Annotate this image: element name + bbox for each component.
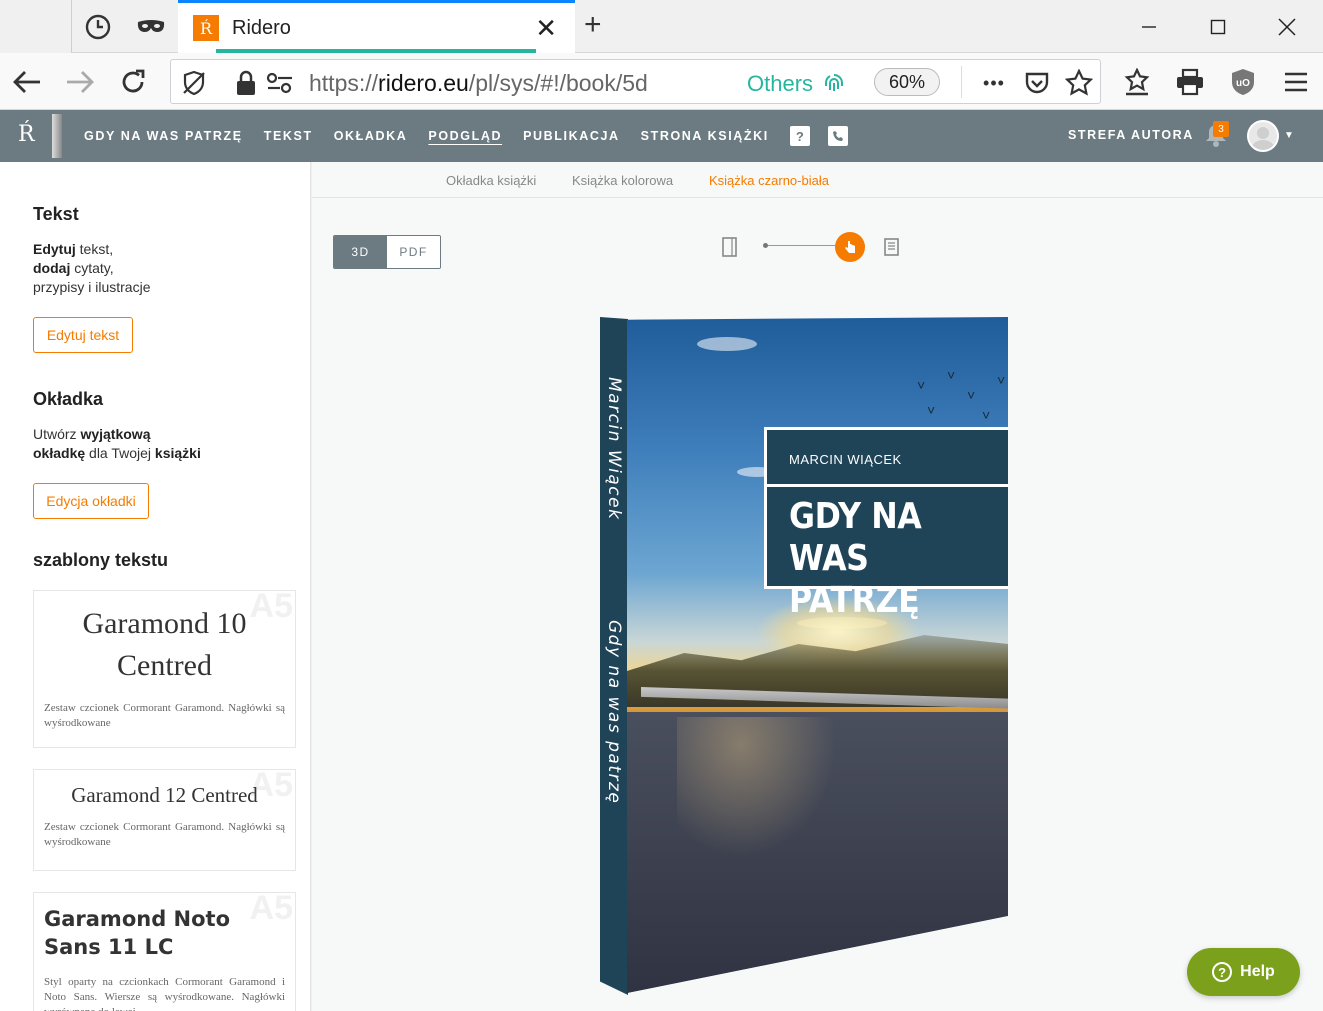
cover-description: Utwórz wyjątkową okładkę dla Twojej ksią… [33,426,201,461]
view-mode-toggle: 3D PDF [333,235,441,269]
template-title: Garamond Noto Sans 11 LC [44,907,231,959]
permissions-icon[interactable] [263,66,297,100]
nav-cover[interactable]: OKŁADKA [334,129,408,143]
address-bar[interactable]: https://ridero.eu/pl/sys/#!/book/5d Othe… [170,59,1101,104]
cover-cloud [697,337,757,351]
spine-author: Marcin Wiącek [604,377,624,521]
preview-subnav: Okładka książki Książka kolorowa Książka… [312,162,1323,198]
ridero-favicon-icon: Ŕ [193,15,219,41]
lock-icon[interactable] [229,66,263,100]
container-label[interactable]: Others [747,71,845,97]
help-question-icon[interactable]: ? [789,126,810,146]
hamburger-menu-icon[interactable] [1278,64,1314,100]
bookmark-star-icon[interactable] [1062,66,1096,100]
site-header: Ŕ GDY NA WAS PATRZĘ TEKST OKŁADKA PODGLĄ… [0,110,1323,162]
subtab-bw-book[interactable]: Książka czarno-biała [709,173,829,188]
cover-birds: ˅ ˅ ˅ ˅ ˅ ˅ [917,367,1006,423]
template-title: Garamond 10 Centred [82,607,247,682]
forward-icon[interactable] [62,64,98,100]
print-icon[interactable] [1172,64,1208,100]
template-description: Zestaw czcionek Cormorant Garamond. Nagł… [44,821,285,848]
url-domain: ridero.eu [378,70,469,96]
tab-ridero[interactable]: Ŕ Ridero ✕ [178,0,575,53]
subtab-cover[interactable]: Okładka książki [446,173,536,188]
close-window-icon[interactable] [1267,10,1307,44]
template-description: Styl oparty na czcionkach Cormorant Gara… [44,976,285,1011]
bookmarks-menu-icon[interactable] [1119,64,1155,100]
notification-badge: 3 [1213,121,1229,137]
text-description: Edytuj tekst, dodaj cytaty, przypisy i i… [33,241,151,295]
edit-cover-button[interactable]: Edycja okładki [33,483,149,519]
site-nav: GDY NA WAS PATRZĘ TEKST OKŁADKA PODGLĄD … [84,110,866,162]
tab-title: Ridero [232,17,291,39]
tab-bar-left [0,0,72,53]
edit-text-button[interactable]: Edytuj tekst [33,317,133,353]
zoom-level[interactable]: 60% [874,68,940,96]
hand-pointer-icon [845,241,855,253]
pocket-icon[interactable] [1020,66,1054,100]
tracking-protection-icon[interactable] [177,66,211,100]
slider-start-dot [763,243,768,248]
cover-heading: Okładka [33,389,104,409]
fingerprint-icon [825,74,844,91]
minimize-icon[interactable] [1129,10,1169,44]
spread-page-icon[interactable] [883,237,901,257]
url-text[interactable]: https://ridero.eu/pl/sys/#!/book/5d [309,70,689,97]
text-heading: Tekst [33,204,79,224]
phone-icon[interactable] [827,126,848,146]
slider-knob[interactable] [835,232,865,262]
svg-text:uO: uO [1236,78,1250,89]
browser-tab-bar: Ŕ Ridero ✕ + [0,0,1323,53]
new-tab-button[interactable]: + [584,10,602,40]
avatar[interactable] [1247,120,1279,152]
help-label: Help [1240,963,1275,980]
browser-toolbar: https://ridero.eu/pl/sys/#!/book/5d Othe… [0,53,1323,110]
book-3d-preview[interactable]: Marcin Wiącek Gdy na was patrzę ˅ ˅ ˅ ˅ … [600,317,1010,995]
avatar-dropdown-icon[interactable]: ▼ [1284,130,1294,141]
help-icon: ? [1212,962,1233,982]
help-button[interactable]: ? Help [1187,948,1300,996]
nav-text[interactable]: TEKST [264,129,313,143]
template-card-garamond-noto[interactable]: A5 Garamond Noto Sans 11 LC Styl oparty … [33,892,296,1011]
maximize-icon[interactable] [1198,10,1238,44]
nav-publication[interactable]: PUBLIKACJA [523,129,620,143]
template-card-garamond-12[interactable]: A5 Garamond 12 Centred Zestaw czcionek C… [33,769,296,871]
ublock-shield-icon[interactable]: uO [1225,64,1261,100]
page-actions-icon[interactable]: ••• [977,66,1011,100]
private-mask-icon[interactable] [136,12,166,42]
single-page-icon[interactable] [721,236,739,258]
subtab-color-book[interactable]: Książka kolorowa [572,173,673,188]
ridero-logo[interactable]: Ŕ [18,122,35,147]
view-3d-button[interactable]: 3D [334,236,387,268]
spine-text: Marcin Wiącek Gdy na was patrzę [602,317,626,995]
sidebar: Tekst Edytuj tekst, dodaj cytaty, przypi… [0,162,311,1011]
template-title: Garamond 12 Centred [71,783,258,807]
book-cover: ˅ ˅ ˅ ˅ ˅ ˅ MARCIN WIĄCEK GDY NA WAS PAT… [627,317,1008,993]
url-separator [961,66,962,98]
reload-icon[interactable] [115,64,151,100]
nav-book-page[interactable]: STRONA KSIĄŻKI [641,129,769,143]
template-card-garamond-10[interactable]: A5 Garamond 10 Centred Zestaw czcionek C… [33,590,296,748]
view-pdf-button[interactable]: PDF [387,236,440,268]
preview-main: Okładka książki Książka kolorowa Książka… [312,162,1323,1011]
view-slider[interactable] [717,232,907,262]
cover-title-box: MARCIN WIĄCEK GDY NA WAS PATRZĘ [764,427,1008,621]
cover-title: GDY NA WAS PATRZĘ [789,496,922,621]
history-icon[interactable] [83,12,113,42]
templates-heading: szablony tekstu [33,550,169,570]
cover-author: MARCIN WIĄCEK [789,452,902,467]
tab-close-icon[interactable]: ✕ [535,15,557,41]
cover-road-light [677,717,837,857]
nav-book-title[interactable]: GDY NA WAS PATRZĘ [84,129,243,143]
nav-preview[interactable]: PODGLĄD [428,129,502,143]
template-description: Zestaw czcionek Cormorant Garamond. Nagł… [44,702,285,729]
spine-title: Gdy na was patrzę [604,620,624,805]
author-zone-link[interactable]: STREFA AUTORA [1068,128,1194,142]
cover-title-divider [767,484,1008,487]
book-thumbnail [52,114,62,158]
back-icon[interactable] [9,64,45,100]
